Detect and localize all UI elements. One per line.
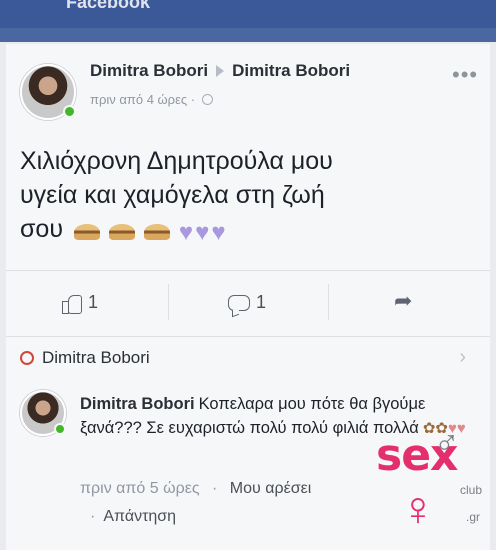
meta-separator: ·: [212, 480, 218, 497]
comment-button[interactable]: 1: [228, 292, 266, 313]
arrow-right-icon: [216, 65, 225, 78]
divider: [328, 284, 329, 320]
chevron-right-icon: ›: [459, 346, 466, 368]
comment-reply-row: · Απάντηση: [90, 508, 176, 526]
comment-count: 1: [256, 292, 267, 312]
divider: [6, 270, 490, 271]
online-status-icon: [63, 105, 76, 118]
divider: [168, 284, 169, 320]
purple-heart-icon: ♥: [178, 219, 194, 246]
comment-timestamp[interactable]: πριν από 5 ώρες: [80, 480, 200, 497]
divider: [6, 336, 490, 337]
author-name-link[interactable]: Dimitra Bobori: [90, 61, 208, 80]
watermark-logo: ♂ sex ♀ club .gr: [376, 424, 496, 550]
like-count: 1: [88, 292, 99, 312]
author-avatar-wrap[interactable]: [20, 64, 76, 120]
cake-icon: [73, 224, 100, 240]
purple-heart-icon: ♥: [195, 219, 210, 246]
watermark-sub: .gr: [466, 510, 481, 524]
share-arrow-icon: ➦: [394, 288, 413, 313]
page-link-label: Dimitra Bobori: [42, 348, 150, 367]
location-pin-icon: [20, 351, 34, 365]
comment-like-link[interactable]: Μου αρέσει: [230, 480, 311, 497]
online-status-icon: [54, 423, 66, 435]
post-emojis: ♥♥♥: [73, 215, 228, 250]
top-bar-strip: [0, 28, 496, 42]
cake-icon: [108, 224, 135, 240]
post-meta: πριν από 4 ώρες ·: [90, 92, 213, 107]
comment-meta: πριν από 5 ώρες · Μου αρέσει: [80, 480, 311, 498]
action-bar: 1 1 ➦: [6, 278, 490, 328]
post-text-line: υγεία και χαμόγελα στη ζωή: [20, 181, 325, 209]
post-body: Χιλιόχρονη Δημητρούλα μου υγεία και χαμό…: [20, 144, 480, 250]
globe-icon: [201, 94, 213, 105]
watermark-sub: club: [460, 483, 483, 497]
purple-heart-icon: ♥: [211, 219, 226, 246]
share-button[interactable]: ➦: [394, 288, 412, 314]
top-bar: Facebook: [0, 0, 496, 42]
reply-link[interactable]: Απάντηση: [103, 508, 176, 525]
post-author-line: Dimitra Bobori Dimitra Bobori: [90, 61, 350, 81]
post-text-line-last: σου ♥♥♥: [20, 212, 480, 250]
target-name-link[interactable]: Dimitra Bobori: [232, 61, 350, 80]
page-link-row[interactable]: Dimitra Bobori ›: [20, 344, 480, 372]
app-title: Facebook: [66, 0, 151, 12]
comment-author-link[interactable]: Dimitra Bobori: [80, 395, 195, 413]
post-text-line: σου: [20, 215, 64, 243]
thumbs-up-icon: [62, 293, 82, 314]
ellipsis-icon[interactable]: •••: [452, 62, 478, 88]
post-text-line: Χιλιόχρονη Δημητρούλα μου: [20, 147, 333, 175]
cake-icon: [143, 224, 170, 240]
watermark-text: sex: [376, 430, 458, 481]
like-button[interactable]: 1: [62, 292, 99, 314]
post-timestamp[interactable]: πριν από 4 ώρες: [90, 92, 187, 107]
venus-symbol-icon: ♀: [400, 483, 436, 536]
comment-bubble-icon: [228, 294, 250, 311]
meta-separator: ·: [90, 508, 96, 525]
